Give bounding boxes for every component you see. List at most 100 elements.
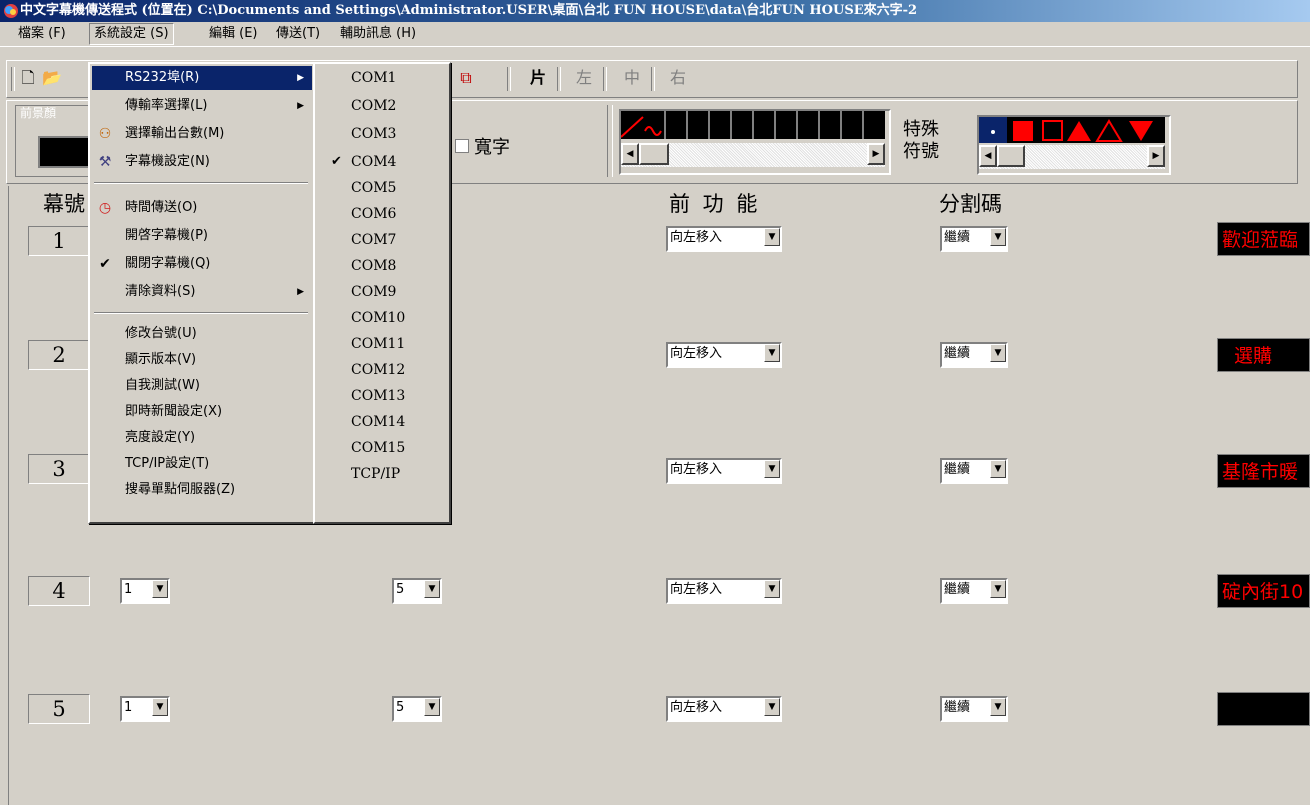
foreground-color-swatch[interactable] xyxy=(38,136,90,168)
menu-item-tcpip-settings[interactable]: TCP/IP設定(T) xyxy=(92,452,312,476)
chevron-down-icon: ▼ xyxy=(764,344,780,362)
led-preview: 選購 xyxy=(1217,338,1310,372)
scroll-left-icon[interactable]: ◀ xyxy=(621,143,639,165)
wide-char-label: 寬字 xyxy=(474,137,510,158)
menu-item-open-device[interactable]: 開啓字幕機(P) xyxy=(92,224,312,248)
menu-item-change-id[interactable]: 修改台號(U) xyxy=(92,322,312,346)
symbol-strip-icons xyxy=(979,117,1153,143)
clock-icon: ◷ xyxy=(98,200,112,216)
align-left-button[interactable]: 左 xyxy=(573,67,595,89)
effect-strip-icons xyxy=(620,111,864,139)
rs232-port-submenu: COM1 COM2 COM3 ✔ COM4 COM5 COM6 COM7 COM8… xyxy=(313,62,451,524)
foreground-color-group: 前景顏 xyxy=(15,105,97,177)
split-select[interactable]: 繼續 ▼ xyxy=(940,226,1008,252)
header-split: 分割碼 xyxy=(939,192,1002,216)
param-a-select[interactable]: 1 ▼ xyxy=(120,696,170,722)
menu-item-self-test[interactable]: 自我測試(W) xyxy=(92,374,312,398)
menu-item-baud-rate[interactable]: 傳輸率選擇(L) ▶ xyxy=(92,94,312,118)
screen-number: 5 xyxy=(28,694,90,724)
chevron-down-icon: ▼ xyxy=(764,580,780,598)
menu-help[interactable]: 輔助訊息 (H) xyxy=(336,24,420,44)
chevron-down-icon: ▼ xyxy=(152,698,168,716)
param-b-select[interactable]: 5 ▼ xyxy=(392,578,442,604)
led-preview xyxy=(1217,692,1310,726)
align-right-button[interactable]: 右 xyxy=(667,67,689,89)
menu-item-search-server[interactable]: 搜尋單點伺服器(Z) xyxy=(92,478,312,502)
app-icon xyxy=(4,4,18,18)
menu-edit[interactable]: 編輯 (E) xyxy=(205,24,262,44)
menu-item-news-settings[interactable]: 即時新聞設定(X) xyxy=(92,400,312,424)
chevron-down-icon: ▼ xyxy=(764,228,780,246)
scroll-right-icon[interactable]: ▶ xyxy=(1147,145,1165,167)
menu-item-device-settings[interactable]: ⚒ 字幕機設定(N) xyxy=(92,150,312,174)
menu-bar: 檔案 (F) 系統設定 (S) 編輯 (E) 傳送(T) 輔助訊息 (H) xyxy=(0,22,1310,47)
split-select[interactable]: 繼續 ▼ xyxy=(940,578,1008,604)
foreground-color-label: 前景顏 xyxy=(20,106,57,120)
effect-scrollbar[interactable]: ◀ ▶ xyxy=(621,143,885,167)
menu-item-brightness[interactable]: 亮度設定(Y) xyxy=(92,426,312,450)
align-center-button[interactable]: 中 xyxy=(621,67,643,89)
menu-file[interactable]: 檔案 (F) xyxy=(14,24,70,44)
effect-select[interactable]: 向左移入 ▼ xyxy=(666,696,782,722)
checkmark-icon: ✔ xyxy=(99,256,111,272)
new-file-icon[interactable]: 🗋 xyxy=(17,67,39,89)
chevron-down-icon: ▼ xyxy=(990,698,1006,716)
chevron-down-icon: ▼ xyxy=(990,580,1006,598)
window-title: 中文字幕機傳送程式 (位置在) C:\Documents and Setting… xyxy=(20,3,918,18)
screen-number: 4 xyxy=(28,576,90,606)
header-screen-no: 幕號 xyxy=(43,192,85,216)
scroll-left-icon[interactable]: ◀ xyxy=(979,145,997,167)
effect-strip[interactable] xyxy=(620,111,885,139)
chevron-down-icon: ▼ xyxy=(764,698,780,716)
param-b-select[interactable]: 5 ▼ xyxy=(392,696,442,722)
split-select[interactable]: 繼續 ▼ xyxy=(940,696,1008,722)
chevron-down-icon: ▼ xyxy=(424,580,440,598)
led-preview: 基隆市暖 xyxy=(1217,454,1310,488)
align-piece-button[interactable]: 片 xyxy=(527,67,549,89)
symbol-picker: ◀ ▶ xyxy=(977,115,1171,175)
chevron-down-icon: ▼ xyxy=(764,460,780,478)
symbol-strip[interactable] xyxy=(979,117,1165,143)
open-folder-icon[interactable]: 📂 xyxy=(41,67,63,89)
effect-picker: ◀ ▶ xyxy=(619,109,891,175)
special-symbol-label: 特殊 符號 xyxy=(903,119,939,162)
chevron-down-icon: ▼ xyxy=(990,228,1006,246)
menu-item-rs232[interactable]: RS232埠(R) ▶ xyxy=(92,66,312,90)
symbol-scrollbar[interactable]: ◀ ▶ xyxy=(979,145,1165,169)
split-select[interactable]: 繼續 ▼ xyxy=(940,458,1008,484)
system-settings-menu: RS232埠(R) ▶ 傳輸率選擇(L) ▶ ⚇ 選擇輸出台數(M) ⚒ 字幕機設定(N… xyxy=(88,62,316,524)
menu-item-output-count[interactable]: ⚇ 選擇輸出台數(M) xyxy=(92,122,312,146)
people-icon: ⚇ xyxy=(98,126,112,142)
split-select[interactable]: 繼續 ▼ xyxy=(940,342,1008,368)
param-a-select[interactable]: 1 ▼ xyxy=(120,578,170,604)
screen-number: 1 xyxy=(28,226,90,256)
chevron-down-icon: ▼ xyxy=(152,580,168,598)
scroll-thumb[interactable] xyxy=(639,143,669,165)
submenu-arrow-icon: ▶ xyxy=(297,73,304,83)
scroll-right-icon[interactable]: ▶ xyxy=(867,143,885,165)
effect-select[interactable]: 向左移入 ▼ xyxy=(666,342,782,368)
chevron-down-icon: ▼ xyxy=(424,698,440,716)
submenu-arrow-icon: ▶ xyxy=(297,287,304,297)
chevron-down-icon: ▼ xyxy=(990,460,1006,478)
menu-send[interactable]: 傳送(T) xyxy=(272,24,324,44)
menu-item-time-send[interactable]: ◷ 時間傳送(O) xyxy=(92,196,312,220)
led-preview: 碇內街10 xyxy=(1217,574,1310,608)
menu-item-show-version[interactable]: 顯示版本(V) xyxy=(92,348,312,372)
chevron-down-icon: ▼ xyxy=(990,344,1006,362)
menu-system-settings[interactable]: 系統設定 (S) xyxy=(89,23,174,45)
effect-select[interactable]: 向左移入 ▼ xyxy=(666,458,782,484)
checkmark-icon: ✔ xyxy=(331,154,342,169)
screen-number: 3 xyxy=(28,454,90,484)
scroll-thumb[interactable] xyxy=(997,145,1025,167)
effect-select[interactable]: 向左移入 ▼ xyxy=(666,578,782,604)
menu-item-clear-data[interactable]: 清除資料(S) ▶ xyxy=(92,280,312,304)
copy-icon[interactable]: ⧉ xyxy=(455,67,477,89)
submenu-arrow-icon: ▶ xyxy=(297,101,304,111)
wide-char-checkbox[interactable] xyxy=(455,139,469,153)
title-bar: 中文字幕機傳送程式 (位置在) C:\Documents and Setting… xyxy=(0,0,1310,22)
effect-select[interactable]: 向左移入 ▼ xyxy=(666,226,782,252)
led-preview: 歡迎蒞臨 xyxy=(1217,222,1310,256)
tools-icon: ⚒ xyxy=(98,154,112,170)
menu-item-close-device[interactable]: ✔ 關閉字幕機(Q) xyxy=(92,252,312,276)
